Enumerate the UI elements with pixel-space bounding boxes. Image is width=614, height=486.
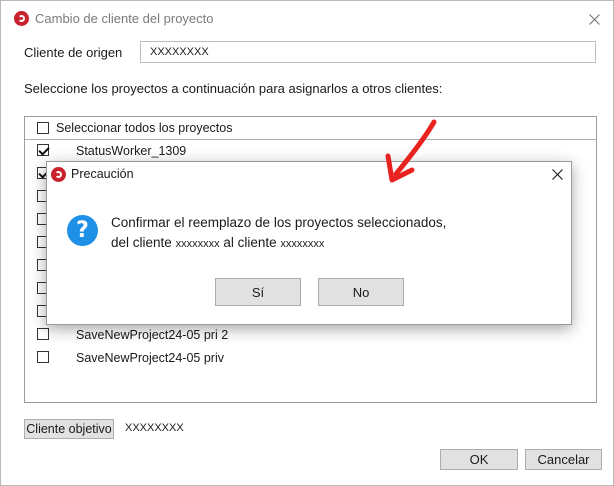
dialog-close-button[interactable] [547,164,567,184]
select-all-checkbox[interactable] [37,122,49,134]
ok-button[interactable]: OK [440,449,518,470]
project-checkbox[interactable] [37,144,49,156]
select-all-row[interactable]: Seleccionar todos los proyectos [25,117,596,140]
project-checkbox[interactable] [37,328,49,340]
main-window-title: Cambio de cliente del proyecto [35,11,214,26]
target-client-value: XXXXXXXX [125,422,184,434]
cancel-button[interactable]: Cancelar [525,449,602,470]
dialog-message-line1: Confirmar el reemplazo de los proyectos … [111,215,447,230]
source-client-label: Cliente de origen [24,45,123,60]
project-checkbox[interactable] [37,351,49,363]
source-client-field[interactable]: XXXXXXXX [140,41,596,63]
select-all-label: Seleccionar todos los proyectos [56,121,233,135]
project-label: StatusWorker_1309 [76,144,187,158]
message-client-from: xxxxxxxx [175,238,220,250]
main-close-button[interactable] [584,9,604,29]
message-prefix: del cliente [111,235,172,250]
target-client-button[interactable]: Cliente objetivo [24,419,114,439]
dialog-app-logo-icon [51,167,66,182]
message-middle: al cliente [223,235,277,250]
close-icon [588,13,600,25]
no-button[interactable]: No [318,278,404,306]
question-icon: ? [67,215,98,246]
dialog-message-line2: del cliente xxxxxxxx al cliente xxxxxxxx [111,235,324,250]
main-titlebar: Cambio de cliente del proyecto [1,1,613,35]
project-label: SaveNewProject24-05 priv [76,351,224,365]
instructions-text: Seleccione los proyectos a continuación … [24,81,443,96]
message-client-to: xxxxxxxx [280,238,325,250]
project-label: SaveNewProject24-05 pri 2 [76,328,229,342]
close-icon [551,168,563,180]
yes-button[interactable]: Sí [215,278,301,306]
warning-dialog: Precaución ? Confirmar el reemplazo de l… [46,161,572,325]
dialog-title: Precaución [71,167,134,181]
app-logo-icon [14,11,29,26]
